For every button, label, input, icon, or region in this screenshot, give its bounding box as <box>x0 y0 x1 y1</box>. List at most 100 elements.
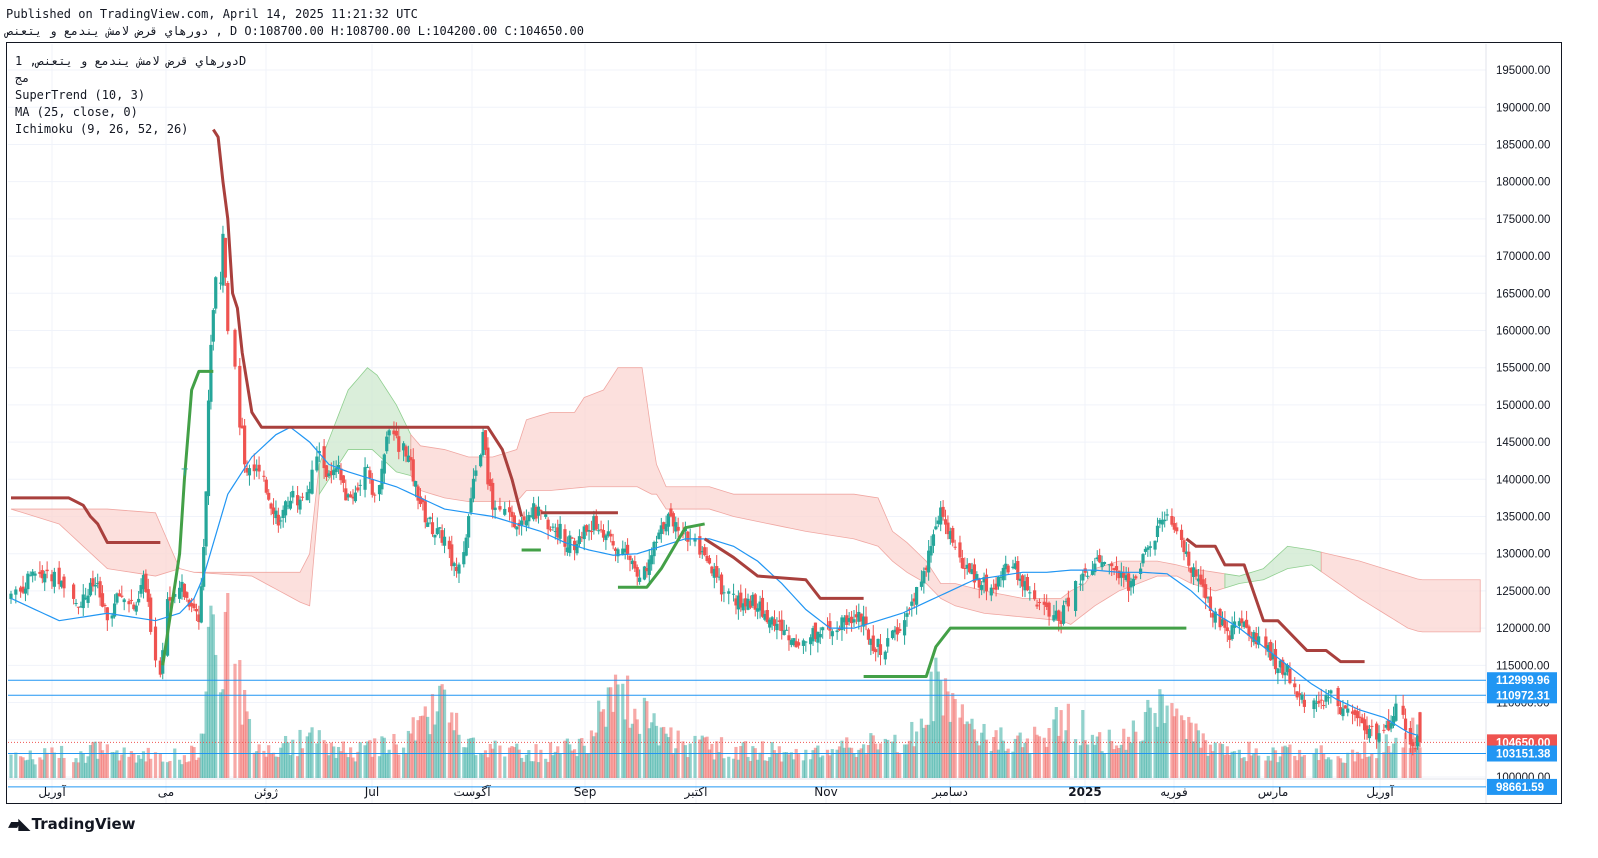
candle-body <box>185 592 189 598</box>
candle-body <box>1336 687 1340 707</box>
candle-body <box>1288 668 1292 684</box>
candle-body <box>493 507 497 511</box>
volume-bar <box>688 743 692 778</box>
candle-body <box>226 282 230 332</box>
candle-body <box>905 613 909 617</box>
candle-body <box>1066 597 1070 607</box>
time-tick-label: آگوست <box>453 784 491 800</box>
tradingview-logo[interactable]: ▰◣ TradingView <box>8 814 136 833</box>
volume-bar <box>1028 753 1032 778</box>
candle-body <box>551 526 555 528</box>
candle-body <box>597 530 601 532</box>
candle-body <box>122 599 126 603</box>
candle-body <box>719 574 724 595</box>
candle-body <box>731 593 736 595</box>
volume-bar <box>52 752 56 778</box>
candle-body <box>483 430 488 450</box>
volume-bar <box>898 752 902 778</box>
price-tick-label: 115000.00 <box>1496 660 1550 672</box>
candle-body <box>1293 683 1297 688</box>
legend-ma[interactable]: MA (25, close, 0) <box>15 105 138 119</box>
candle-body <box>821 627 825 631</box>
candle-body <box>1035 604 1039 607</box>
legend-symbol[interactable]: دورهاي قرض لامش يندمع و يتعنص, 1D <box>15 54 246 68</box>
candle-body <box>1098 555 1102 563</box>
candle-body <box>288 500 292 509</box>
candle-body <box>902 620 907 636</box>
candle-body <box>1165 514 1169 516</box>
candle-body <box>1139 568 1143 574</box>
candle-body <box>62 576 66 589</box>
volume-bar <box>1346 752 1350 778</box>
candle-body <box>784 629 789 631</box>
volume-bar <box>122 747 126 778</box>
candle-body <box>491 482 495 510</box>
candle-body <box>611 541 615 546</box>
volume-bar <box>397 754 401 778</box>
candle-body <box>291 491 295 498</box>
time-tick-label: آوریل <box>1366 784 1394 800</box>
candle-body <box>625 544 630 555</box>
candle-body <box>457 564 461 574</box>
candle-body <box>1037 601 1042 604</box>
time-axis: آوریل می ژوئن Jul آگوست Sep اکتبر Nov دسامبر 2025… <box>8 778 1486 800</box>
candle-body <box>120 595 124 597</box>
candle-body <box>1131 578 1135 587</box>
candle-body <box>1093 563 1097 573</box>
candle-body <box>515 526 519 530</box>
candle-body <box>915 587 919 605</box>
candle-body <box>471 478 476 499</box>
volume-bar <box>168 760 172 778</box>
volume-bar <box>214 654 218 778</box>
volume-bar <box>105 744 109 778</box>
candle-body <box>467 516 471 538</box>
supertrend-flip-marker: T <box>181 468 189 479</box>
volume-bar <box>233 663 237 778</box>
grid-lines <box>8 44 1487 803</box>
candle-body <box>958 542 962 558</box>
volume-bar <box>310 727 314 778</box>
price-chart[interactable]: T 100000.00105000.00110000.00115000.0012… <box>0 0 1598 858</box>
candle-body <box>433 534 437 538</box>
candle-body <box>1134 576 1138 579</box>
volume-bar <box>1066 703 1070 778</box>
volume-bar <box>1213 742 1217 778</box>
volume-bar <box>226 593 230 778</box>
candle-body <box>1300 694 1304 700</box>
candle-body <box>1163 519 1167 522</box>
level-price-label: 103151.38 <box>1496 749 1551 761</box>
candle-body <box>199 586 203 623</box>
candle-body <box>1204 584 1208 599</box>
candle-body <box>835 630 839 633</box>
volume-bar <box>616 684 620 778</box>
time-tick-label: اکتبر <box>684 785 708 800</box>
candle-body <box>1367 728 1372 739</box>
candle-body <box>233 329 237 367</box>
price-tick-label: 190000.00 <box>1496 102 1550 114</box>
candle-body <box>43 573 47 583</box>
time-tick-label: Jul <box>364 785 379 799</box>
candle-body <box>211 310 215 342</box>
candle-body <box>782 630 786 635</box>
candle-body <box>570 537 574 539</box>
legend-ichimoku[interactable]: Ichimoku (9, 26, 52, 26) <box>15 122 188 136</box>
candle-body <box>548 529 553 531</box>
candle-body <box>479 455 483 467</box>
candle-body <box>33 573 37 576</box>
candle-body <box>1057 610 1061 621</box>
candle-body <box>1194 569 1198 577</box>
candle-body <box>1114 566 1119 571</box>
candle-body <box>1148 546 1152 548</box>
candle-body <box>194 608 199 612</box>
supertrend-line: T <box>11 128 1365 678</box>
logo-text: TradingView <box>31 815 136 833</box>
candle-body <box>1346 708 1350 713</box>
volume-bar <box>173 748 177 778</box>
candle-body <box>243 425 247 465</box>
candle-body <box>414 481 418 487</box>
time-tick-label: مارس <box>1258 785 1289 800</box>
legend-supertrend[interactable]: SuperTrend (10, 3) <box>15 88 145 102</box>
cloud-bearish <box>10 464 320 607</box>
price-tick-label: 145000.00 <box>1496 437 1550 449</box>
volume-bar <box>727 756 731 778</box>
